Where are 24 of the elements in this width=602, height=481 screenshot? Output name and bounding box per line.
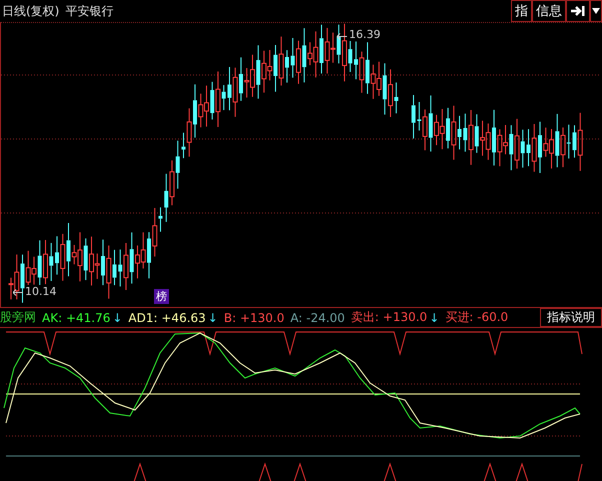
down-arrow: ↓ [208,310,218,324]
caret-icon [592,8,600,14]
indicator-value: 股旁网 [0,309,36,326]
dropdown-button[interactable] [590,0,602,22]
leader-arrow-icon [13,289,23,296]
indicator-value: B: +130.0 [224,310,284,324]
high-price-label: 16.39 [349,28,380,41]
rank-badge: 榜 [154,289,169,304]
indicator-value: AK: +41.76 [42,310,110,324]
indicator-value: 卖出: +130.0 [350,309,428,326]
indicator-value: A: -24.00 [290,310,345,324]
low-price-label: 10.14 [25,285,56,298]
collapse-panel-button[interactable] [566,0,590,22]
stock-name: 平安银行 [65,2,114,20]
down-arrow: ↓ [112,310,122,324]
indicator-value: 买进: -60.0 [445,309,508,326]
chart-period-title: 日线(复权) [2,2,60,20]
indicator-value: AD1: +46.63 [128,310,206,324]
toolbar-button[interactable]: 信息 [532,0,566,22]
arrow-to-bar-icon [570,5,586,17]
down-arrow: ↓ [429,310,440,324]
toolbar-button[interactable]: 指 [511,0,532,22]
leader-arrow-icon [337,33,347,40]
indicator-help-button[interactable]: 指标说明 [540,308,602,327]
